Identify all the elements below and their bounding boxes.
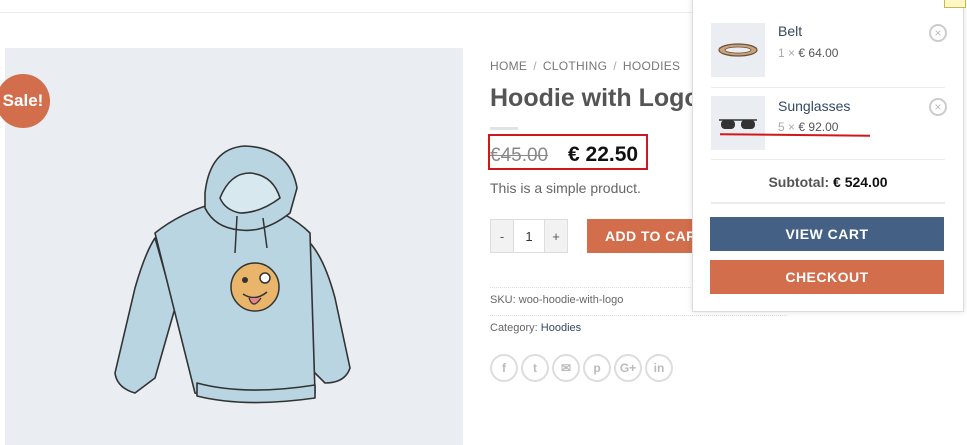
product-image[interactable] <box>5 48 463 445</box>
view-cart-button[interactable]: VIEW CART <box>710 217 944 251</box>
share-icons: f t ✉ p G+ in <box>490 354 673 382</box>
remove-item-button[interactable]: × <box>929 98 947 116</box>
google-plus-icon[interactable]: G+ <box>614 354 642 382</box>
sale-price: € 22.50 <box>568 143 639 166</box>
facebook-icon[interactable]: f <box>490 354 518 382</box>
title-divider <box>490 127 518 130</box>
qty-plus-button[interactable]: + <box>545 220 567 252</box>
qty-minus-button[interactable]: - <box>491 220 513 252</box>
hoodie-illustration <box>114 145 351 404</box>
item-price: € 64.00 <box>798 46 839 60</box>
item-qty-count: 1 <box>778 46 785 60</box>
subtotal-value: € 524.00 <box>833 174 888 190</box>
add-to-cart-button[interactable]: ADD TO CART <box>587 219 707 253</box>
pinterest-icon[interactable]: p <box>583 354 611 382</box>
product-title: Hoodie with Logo <box>490 84 700 112</box>
breadcrumb-separator: / <box>613 59 617 73</box>
sunglasses-thumbnail[interactable] <box>711 96 765 150</box>
old-price: €45.00 <box>490 145 549 166</box>
cart-item: Belt 1 × € 64.00 × <box>711 23 947 79</box>
meta-divider <box>490 315 787 317</box>
item-qty-count: 5 <box>778 120 785 134</box>
category-row: Category: Hoodies <box>490 322 581 334</box>
header-divider <box>0 12 700 13</box>
cart-divider <box>711 159 945 160</box>
times-sign: × <box>788 120 796 134</box>
cart-item-qty: 1 × € 64.00 <box>778 46 838 60</box>
checkout-button[interactable]: CHECKOUT <box>710 260 944 294</box>
remove-item-button[interactable]: × <box>929 24 947 42</box>
breadcrumb-home[interactable]: HOME <box>490 59 527 73</box>
breadcrumb-separator: / <box>533 59 537 73</box>
cart-item-qty: 5 × € 92.00 <box>778 120 838 134</box>
sku-label: SKU: <box>490 294 516 306</box>
breadcrumb-hoodies[interactable]: HOODIES <box>623 59 680 73</box>
product-description: This is a simple product. <box>490 180 641 196</box>
twitter-icon[interactable]: t <box>521 354 549 382</box>
belt-icon <box>718 43 758 57</box>
qty-input[interactable]: 1 <box>513 220 545 252</box>
sunglasses-icon <box>719 119 757 129</box>
email-icon[interactable]: ✉ <box>552 354 580 382</box>
sku-value: woo-hoodie-with-logo <box>518 294 624 306</box>
times-sign: × <box>788 46 796 60</box>
cart-divider <box>711 87 945 88</box>
item-price: € 92.00 <box>798 120 839 134</box>
mini-cart-dropdown: Belt 1 × € 64.00 × Sunglasses 5 × € 92.0… <box>692 0 964 312</box>
belt-thumbnail[interactable] <box>711 23 765 77</box>
breadcrumb: HOME / CLOTHING / HOODIES <box>490 59 680 73</box>
cart-subtotal: Subtotal: € 524.00 <box>693 174 963 190</box>
cart-item-name[interactable]: Sunglasses <box>778 98 850 114</box>
cart-divider <box>711 202 945 204</box>
cart-item: Sunglasses 5 × € 92.00 × <box>711 96 947 152</box>
category-label: Category: <box>490 322 538 334</box>
cart-icon-badge[interactable] <box>944 0 966 8</box>
quantity-stepper: - 1 + <box>490 219 568 253</box>
category-link[interactable]: Hoodies <box>541 322 581 334</box>
breadcrumb-clothing[interactable]: CLOTHING <box>543 59 607 73</box>
cart-item-name[interactable]: Belt <box>778 23 802 39</box>
subtotal-label: Subtotal: <box>768 174 830 190</box>
sku-row: SKU: woo-hoodie-with-logo <box>490 294 623 306</box>
linkedin-icon[interactable]: in <box>645 354 673 382</box>
